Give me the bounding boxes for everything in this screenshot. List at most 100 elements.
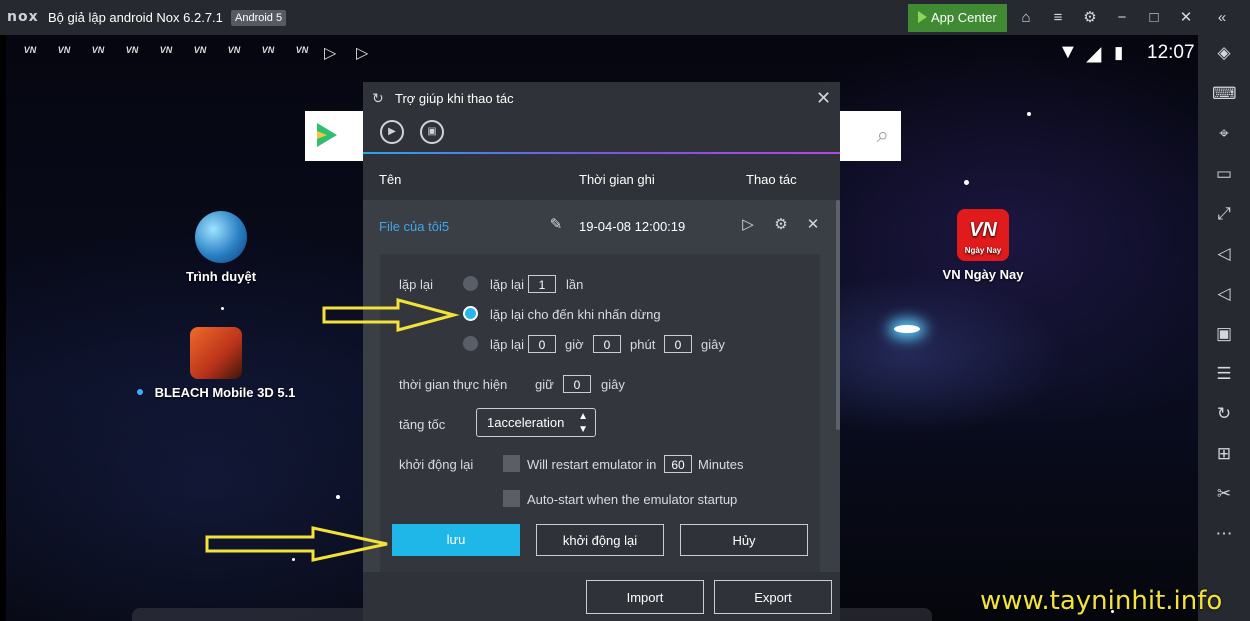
star-decoration [1027,112,1031,116]
keyboard-icon[interactable]: ⌨ [1212,82,1237,106]
import-button[interactable]: Import [586,580,704,614]
refresh-icon: ↻ [372,90,384,106]
exec-time-unit: giây [601,377,625,392]
android-version-badge: Android 5 [231,10,287,26]
header-divider [363,152,840,154]
repeat-duration-prefix: lặp lại [490,337,524,352]
eraser-icon[interactable]: ◈ [1212,41,1236,65]
hours-input[interactable]: 0 [528,335,556,353]
arrow-shape [205,526,388,562]
wifi-icon: ▼ [1058,41,1078,63]
exec-time-input[interactable]: 0 [563,375,591,393]
right-toolbar: ◈ ⌨ ⌖ ▭ ⤢ ◁ ◁ ▣ ☰ ↻ ⊞ ✂ ⋯ [1198,35,1250,621]
watermark: www.tayninhit.info [980,586,1223,616]
speed-select[interactable]: 1acceleration ▲ ▼ [476,408,596,437]
bleach-icon [190,327,242,379]
collapse-icon[interactable]: « [1212,8,1232,28]
star-decoration [221,307,224,310]
cancel-button[interactable]: Hủy [680,524,808,556]
dialog-title: Trợ giúp khi thao tác [395,91,514,106]
gear-icon[interactable]: ⚙ [1080,8,1100,28]
menu-icon[interactable]: ≡ [1048,8,1068,28]
repeat-count-input[interactable]: 1 [528,275,556,293]
macro-icon[interactable]: ↻ [1212,402,1236,426]
app-center-button[interactable]: App Center [908,4,1007,32]
shirt-icon[interactable]: ⌂ [1016,8,1036,28]
speed-label: tăng tốc [399,417,446,432]
record-icon[interactable]: ▣ [420,120,444,144]
play-store-icon [317,123,337,147]
vn-ngay-nay-icon: VN [125,45,139,55]
autostart-label: Auto-start when the emulator startup [527,492,738,507]
scissors-icon[interactable]: ✂ [1212,482,1236,506]
hours-unit: giờ [565,337,584,352]
screen-icon[interactable]: ▭ [1212,162,1236,186]
fullscreen-icon[interactable]: ⤢ [1212,202,1236,226]
app-bleach[interactable]: BLEACH Mobile 3D 5.1 [136,327,296,400]
repeat-count-radio[interactable] [463,276,478,291]
vn-ngay-nay-icon: VN [57,45,71,55]
arrow-annotation [205,526,388,562]
scrollbar[interactable] [836,200,840,430]
title-bar: nox Bộ giả lập android Nox 6.2.7.1 Andro… [0,0,1250,35]
vn-ngay-nay-icon: VN [261,45,275,55]
column-name: Tên [379,172,402,187]
globe-icon [195,211,247,263]
app-vn-ngay-nay[interactable]: VN Ngày Nay VN Ngày Nay [918,209,1048,282]
search-icon[interactable]: ⌕ [877,122,889,148]
volume-up-icon[interactable]: ◁ [1212,242,1236,266]
battery-icon: ▮ [1114,43,1124,62]
export-button[interactable]: Export [714,580,832,614]
app-center-label: App Center [931,10,997,25]
arrow-annotation [322,298,460,332]
multi-instance-icon[interactable]: ☰ [1212,362,1236,386]
app-label: BLEACH Mobile 3D 5.1 [154,385,296,400]
seconds-input[interactable]: 0 [664,335,692,353]
repeat-duration-radio[interactable] [463,336,478,351]
vn-ngay-nay-icon: VN [159,45,173,55]
signal-icon: ◢ [1086,43,1102,65]
repeat-count-prefix: lặp lại [490,277,524,292]
clock: 12:07 [1147,42,1195,63]
comet-decoration [894,325,920,333]
star-decoration [336,495,340,499]
repeat-until-stop-radio[interactable] [463,306,478,321]
autostart-checkbox[interactable] [503,490,520,507]
trash-icon[interactable]: ✕ [804,215,822,233]
edit-icon[interactable]: ✎ [547,215,565,233]
restart-timer-checkbox[interactable] [503,455,520,472]
maximize-icon[interactable]: □ [1144,8,1164,28]
restart-minutes-input[interactable]: 60 [664,455,692,473]
file-date: 19-04-08 12:00:19 [579,219,686,234]
vn-ngay-nay-icon: VN [91,45,105,55]
restart-timer-prefix: Will restart emulator in [527,457,657,472]
minimize-icon[interactable]: − [1112,8,1132,28]
file-name-link[interactable]: File của tôi5 [379,219,449,234]
apk-install-icon[interactable]: ⊞ [1212,442,1236,466]
gear-icon[interactable]: ⚙ [772,215,790,233]
column-time: Thời gian ghi [579,172,655,187]
star-decoration [964,180,969,185]
vn-ngay-nay-icon: VN [295,45,309,55]
vn-ngay-nay-icon: VN [193,45,207,55]
location-icon[interactable]: ⌖ [1212,122,1236,146]
vn-logo-subtext: Ngày Nay [964,246,1002,255]
app-browser[interactable]: Trình duyệt [156,211,286,284]
play-icon[interactable]: ▶ [380,120,404,144]
status-bar: VN VN VN VN VN VN VN VN VN ▷ ▷ ▼ ◢ ▮ 12:… [6,35,1198,69]
vn-ngay-nay-icon: VN Ngày Nay [957,209,1009,261]
vn-logo-text: VN [969,219,997,241]
restart-button[interactable]: khởi động lại [536,524,664,556]
column-action: Thao tác [746,172,797,187]
app-label: Trình duyệt [185,269,257,284]
play-icon[interactable]: ▷ [739,215,757,233]
more-icon[interactable]: ⋯ [1212,522,1236,546]
volume-down-icon[interactable]: ◁ [1212,282,1236,306]
minutes-input[interactable]: 0 [593,335,621,353]
screenshot-icon[interactable]: ▣ [1212,322,1236,346]
save-button[interactable]: lưu [392,524,520,556]
close-icon[interactable]: ✕ [816,88,831,109]
close-icon[interactable]: ✕ [1176,8,1196,28]
app-label: VN Ngày Nay [942,267,1024,282]
repeat-label: lặp lại [399,277,433,292]
